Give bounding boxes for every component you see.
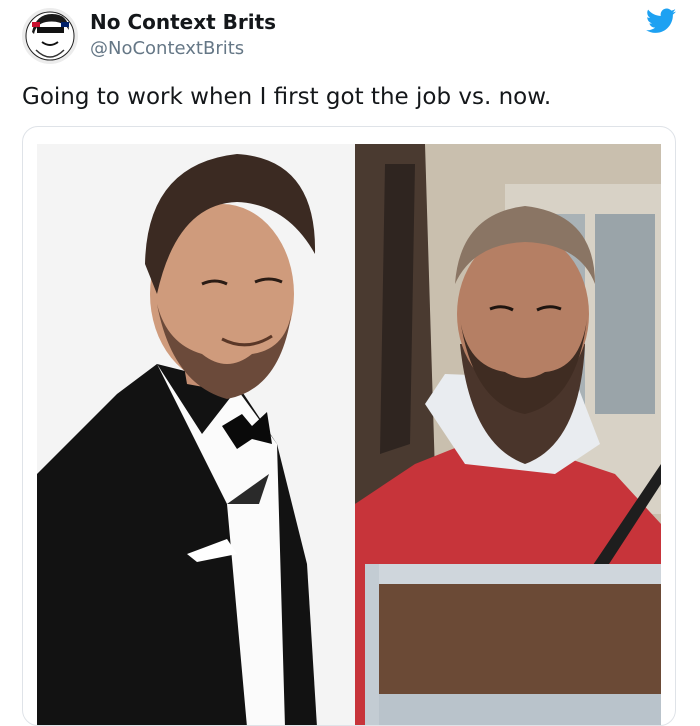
- twitter-bird-icon[interactable]: [646, 8, 676, 34]
- author-handle[interactable]: @NoContextBrits: [90, 38, 244, 59]
- man-in-tuxedo-photo[interactable]: [37, 144, 359, 725]
- tweet-card: No Context Brits @NoContextBrits Going t…: [0, 0, 700, 726]
- author-display-name[interactable]: No Context Brits: [90, 10, 276, 34]
- author-avatar[interactable]: [22, 8, 78, 64]
- man-in-red-sweater-photo[interactable]: [355, 144, 661, 725]
- tweet-media[interactable]: [22, 126, 676, 726]
- tweet-text: Going to work when I first got the job v…: [22, 84, 552, 110]
- avatar-face-icon: [22, 8, 78, 64]
